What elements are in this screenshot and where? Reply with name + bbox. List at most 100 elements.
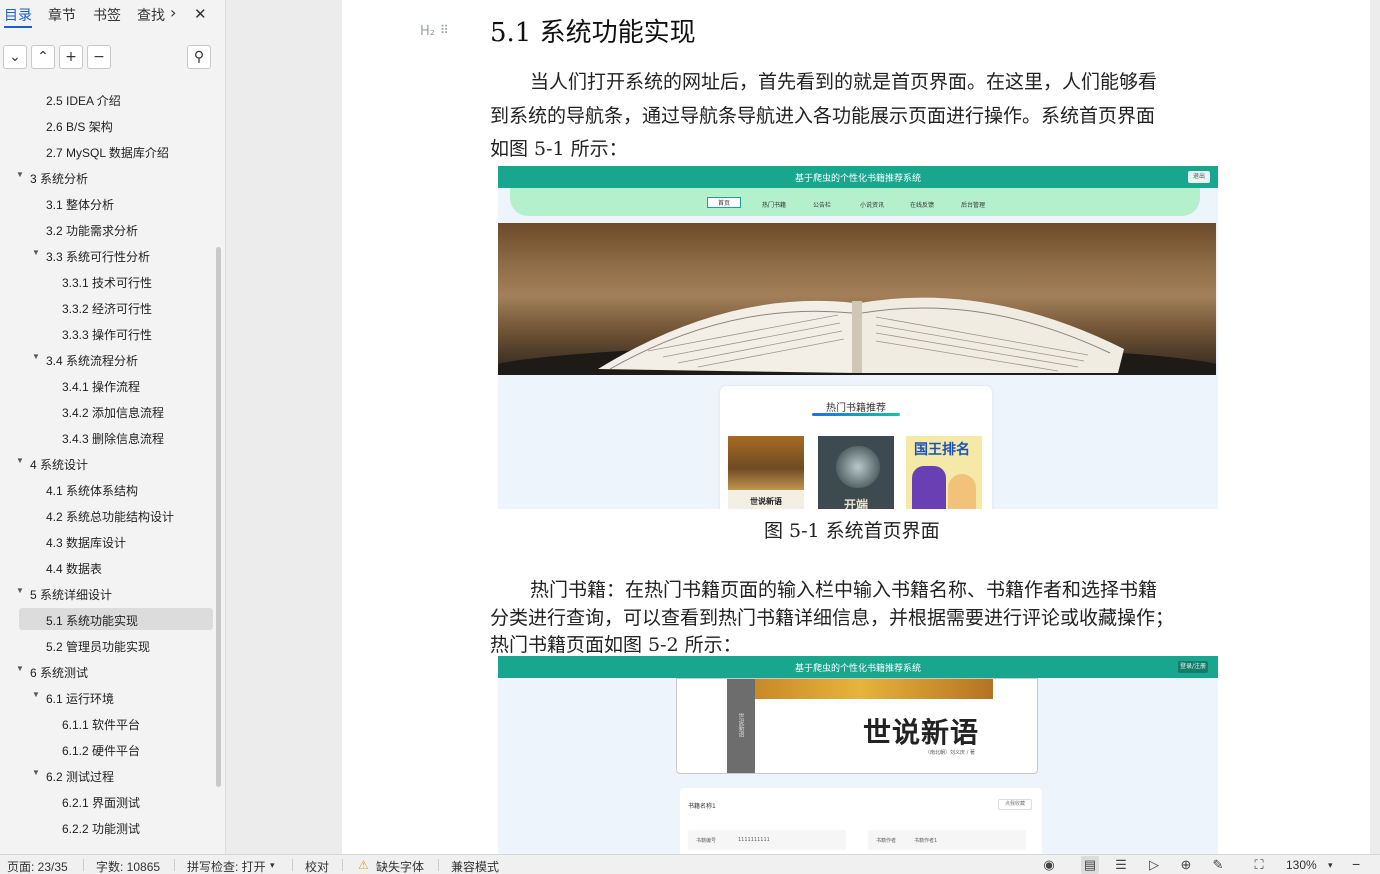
book-spine: 世说新语	[727, 679, 755, 773]
toc-item[interactable]: ▼ 6.1 运行环境	[0, 686, 216, 708]
toc-item[interactable]: 6.2.2 功能测试	[0, 816, 216, 838]
toc-item[interactable]: 2.7 MySQL 数据库介绍	[0, 140, 216, 162]
toc-item[interactable]: 3.4.1 操作流程	[0, 374, 216, 396]
paragraph-line: 分类进行查询，可以查看到热门书籍详细信息，并根据需要进行评论或收藏操作；	[490, 607, 1175, 629]
missing-font-button[interactable]: 缺失字体	[376, 858, 424, 874]
cover-artwork	[727, 679, 993, 699]
toc-item[interactable]: 4.3 数据库设计	[0, 530, 216, 552]
toc-item[interactable]: 3.4.3 删除信息流程	[0, 426, 216, 448]
compat-mode-label[interactable]: 兼容模式	[451, 858, 499, 874]
toc-item[interactable]: ▼ 3.3 系统可行性分析	[0, 244, 216, 266]
site-nav-item: 后台管理	[961, 202, 986, 209]
toc-item[interactable]: ▼ 3 系统分析	[0, 166, 216, 188]
navigation-pane: 目录 章节 书签 查找 › ✕ ⌄ ⌃ + − ⚲ 2.5 IDEA 介绍 2.6…	[0, 0, 226, 854]
divider	[292, 859, 293, 871]
toc-item[interactable]: ▼ 6.2 测试过程	[0, 764, 216, 786]
toc-item-label: 3.3.3 操作可行性	[62, 328, 153, 342]
toc-item[interactable]: 3.3.1 技术可行性	[0, 270, 216, 292]
toc-item[interactable]: ▼ 3.4 系统流程分析	[0, 348, 216, 370]
toc-item[interactable]: 4.1 系统体系结构	[0, 478, 216, 500]
toc-item[interactable]: 3.3.2 经济可行性	[0, 296, 216, 318]
word-count[interactable]: 字数: 10865	[96, 858, 160, 874]
paragraph-line: 热门书籍：在热门书籍页面的输入栏中输入书籍名称、书籍作者和选择书籍	[530, 579, 1158, 601]
tab-bookmarks[interactable]: 书签	[93, 5, 121, 25]
expand-arrow-icon[interactable]: ▼	[16, 664, 24, 673]
toc-item[interactable]: 3.2 功能需求分析	[0, 218, 216, 240]
toc-item-label: 3.3 系统可行性分析	[46, 250, 151, 264]
remove-heading-button[interactable]: −	[87, 45, 111, 69]
site-nav-item: 小说资讯	[860, 202, 885, 209]
cover-title: 世说新语	[750, 496, 782, 506]
toc-item-label: 6.1.2 硬件平台	[62, 744, 141, 758]
close-icon[interactable]: ✕	[194, 5, 207, 23]
toc-item[interactable]: 6.2.1 界面测试	[0, 790, 216, 812]
expand-level-button[interactable]: ⌃	[31, 45, 55, 69]
zoom-out-icon[interactable]: −	[1352, 856, 1360, 872]
add-heading-button[interactable]: +	[59, 45, 83, 69]
pen-icon[interactable]: ✎	[1209, 856, 1227, 874]
page-view-icon[interactable]: ▤	[1081, 856, 1099, 874]
toc-item[interactable]: 2.5 IDEA 介绍	[0, 88, 216, 110]
heading-level-marker[interactable]: H₂	[420, 24, 435, 39]
toc-item[interactable]: 3.1 整体分析	[0, 192, 216, 214]
book-author: （南北朝）刘义庆 / 著	[925, 750, 975, 756]
expand-arrow-icon[interactable]: ▼	[32, 768, 40, 777]
toc-item[interactable]: 3.4.2 添加信息流程	[0, 400, 216, 422]
document-scrollbar[interactable]	[1370, 0, 1380, 854]
tab-toc[interactable]: 目录	[4, 5, 32, 25]
toc-item[interactable]: 2.6 B/S 架构	[0, 114, 216, 136]
page-indicator[interactable]: 页面: 23/35	[7, 858, 68, 874]
login-button: 登录/注册	[1178, 661, 1208, 673]
expand-arrow-icon[interactable]: ▼	[32, 352, 40, 361]
detail-title: 书籍名称1	[688, 803, 716, 810]
toc-item-label: 3.3.1 技术可行性	[62, 276, 153, 290]
detail-field: 书籍作者 书籍作者1	[868, 830, 1026, 850]
expand-arrow-icon[interactable]: ▼	[16, 456, 24, 465]
zoom-level[interactable]: 130%	[1286, 858, 1317, 872]
toc-item[interactable]: 3.3.3 操作可行性	[0, 322, 216, 344]
toc-item-label: 6 系统测试	[30, 666, 89, 680]
toc-item[interactable]: 4.2 系统总功能结构设计	[0, 504, 216, 526]
tab-chapters[interactable]: 章节	[48, 5, 76, 25]
collapse-all-button[interactable]: ⌄	[3, 45, 27, 69]
nav-scrollbar[interactable]	[216, 247, 221, 787]
banner-image	[498, 223, 1216, 375]
paragraph-line: 到系统的导航条，通过导航条导航进入各功能展示页面进行操作。系统首页界面	[490, 105, 1156, 127]
toc-item-label: 6.2 测试过程	[46, 770, 115, 784]
logout-button: 退出	[1188, 171, 1210, 183]
toc-item[interactable]: ▼ 5 系统详细设计	[0, 582, 216, 604]
divider	[174, 859, 175, 871]
expand-arrow-icon[interactable]: ▼	[16, 170, 24, 179]
drag-handle-icon[interactable]: ⠿	[440, 23, 449, 37]
globe-icon[interactable]: ⊕	[1177, 856, 1195, 874]
tab-find[interactable]: 查找	[137, 5, 165, 25]
fit-page-icon[interactable]: ⛶	[1250, 856, 1268, 874]
expand-arrow-icon[interactable]: ▼	[32, 248, 40, 257]
toc-item[interactable]: 6.1.2 硬件平台	[0, 738, 216, 760]
detail-field: 书籍编号 1111111111	[688, 830, 846, 850]
chevron-right-icon[interactable]: ›	[170, 3, 176, 22]
proofread-button[interactable]: 校对	[305, 858, 329, 874]
status-bar: 页面: 23/35 字数: 10865 拼写检查: 打开 ▾ 校对 ⚠ 缺失字体…	[0, 854, 1380, 874]
favorite-button: 点我收藏	[998, 799, 1032, 810]
expand-arrow-icon[interactable]: ▼	[16, 586, 24, 595]
toc-item[interactable]: ▼ 4 系统设计	[0, 452, 216, 474]
eye-icon[interactable]: ◉	[1040, 856, 1058, 874]
toc-item[interactable]: ▼ 6 系统测试	[0, 660, 216, 682]
hot-books-card: 热门书籍推荐 世说新语 开端 国王排名	[720, 386, 992, 509]
toc-item-label: 5.1 系统功能实现	[46, 614, 139, 628]
toc-item[interactable]: 4.4 数据表	[0, 556, 216, 578]
play-icon[interactable]: ▷	[1145, 856, 1163, 874]
toc-item[interactable]: 5.1 系统功能实现	[19, 608, 213, 630]
book-cover: 国王排名	[906, 436, 982, 509]
site-nav-item: 公告栏	[813, 202, 832, 209]
figure-hot-books-screenshot: 基于爬虫的个性化书籍推荐系统 登录/注册 世说新语 世说新语 （南北朝）刘义庆 …	[498, 656, 1218, 854]
toc-item[interactable]: 5.2 管理员功能实现	[0, 634, 216, 656]
expand-arrow-icon[interactable]: ▼	[32, 690, 40, 699]
outline-view-icon[interactable]: ☰	[1112, 856, 1130, 874]
toc-settings-button[interactable]: ⚲	[187, 45, 211, 69]
chevron-down-icon[interactable]: ▾	[1328, 860, 1333, 871]
toc-item-label: 2.5 IDEA 介绍	[46, 94, 121, 108]
toc-item[interactable]: 6.1.1 软件平台	[0, 712, 216, 734]
spell-check-toggle[interactable]: 拼写检查: 打开	[187, 858, 266, 874]
